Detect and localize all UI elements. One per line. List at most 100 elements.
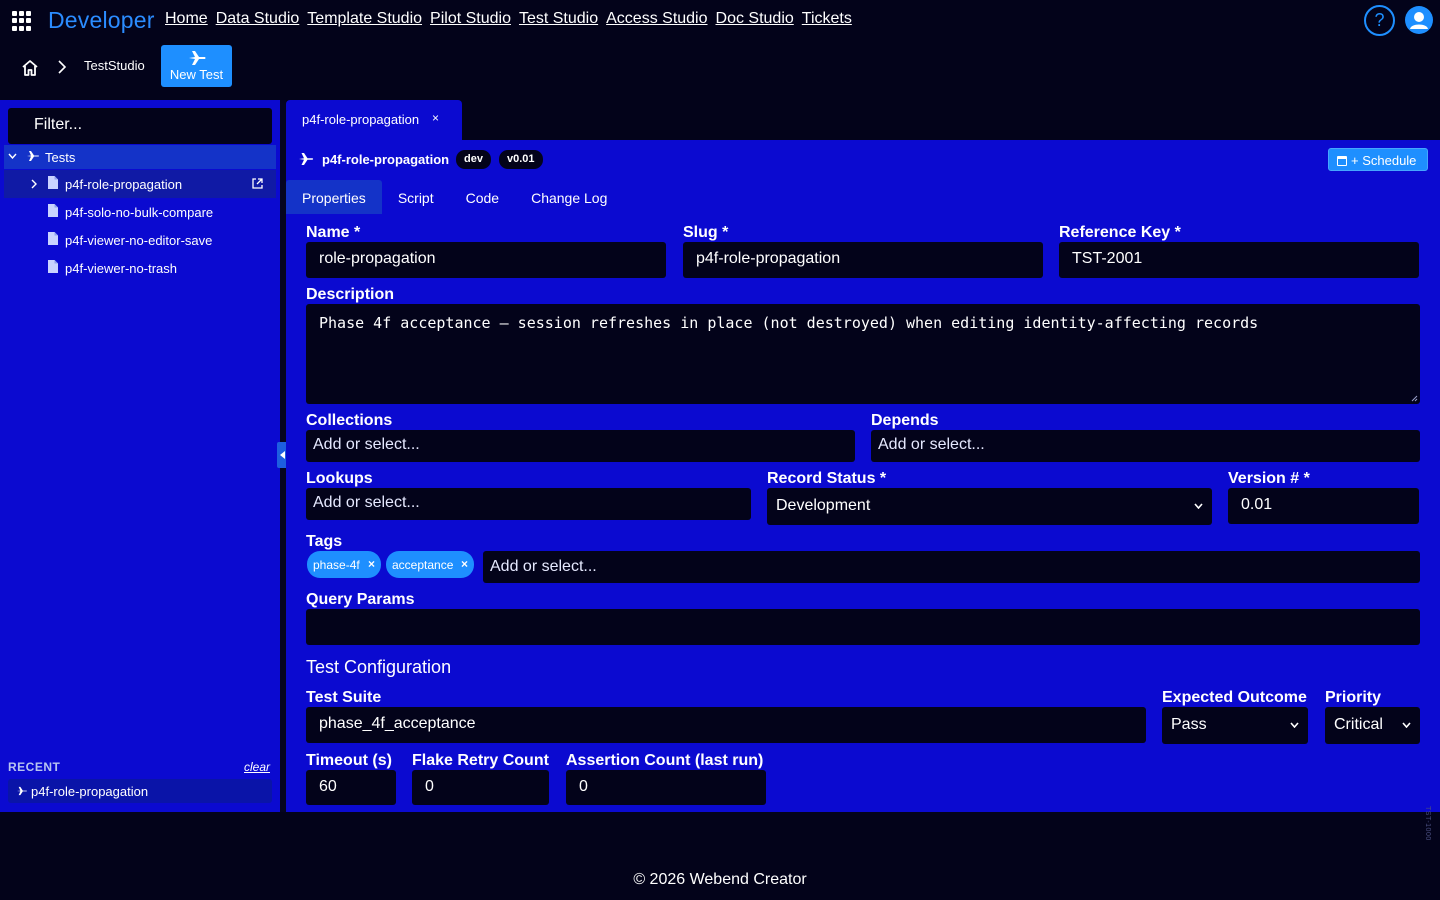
chevron-down-icon[interactable] bbox=[8, 153, 17, 159]
tree-item[interactable]: p4f-solo-no-bulk-compare bbox=[4, 198, 276, 226]
chevron-down-icon bbox=[1194, 503, 1203, 509]
version-badge: v0.01 bbox=[499, 150, 543, 169]
record-status-value: Development bbox=[776, 497, 871, 514]
user-avatar-icon[interactable] bbox=[1405, 6, 1433, 34]
flake-retry-label: Flake Retry Count bbox=[412, 752, 549, 769]
chevron-down-icon bbox=[1290, 722, 1299, 728]
depends-placeholder: Add or select... bbox=[878, 436, 985, 453]
slug-field[interactable]: p4f-role-propagation bbox=[683, 242, 1043, 278]
reference-key-field[interactable]: TST-2001 bbox=[1059, 242, 1419, 278]
lookups-placeholder: Add or select... bbox=[313, 494, 420, 511]
tag-chip[interactable]: phase-4f × bbox=[307, 551, 381, 578]
nav-tickets[interactable]: Tickets bbox=[802, 10, 852, 28]
document-icon bbox=[48, 232, 58, 245]
nav-access-studio[interactable]: Access Studio bbox=[606, 10, 707, 28]
flake-retry-field[interactable]: 0 bbox=[412, 770, 549, 805]
close-icon[interactable]: × bbox=[368, 557, 375, 571]
help-icon[interactable]: ? bbox=[1364, 5, 1395, 36]
editor-tab-label: p4f-role-propagation bbox=[302, 112, 420, 127]
apps-grid-icon[interactable] bbox=[12, 11, 32, 31]
slug-label: Slug * bbox=[683, 224, 729, 241]
assertion-count-field[interactable]: 0 bbox=[566, 770, 766, 805]
recent-clear-link[interactable]: clear bbox=[244, 760, 270, 774]
tab-properties[interactable]: Properties bbox=[286, 180, 382, 214]
nav-doc-studio[interactable]: Doc Studio bbox=[716, 10, 794, 28]
priority-value: Critical bbox=[1334, 716, 1383, 733]
nav-test-studio[interactable]: Test Studio bbox=[519, 10, 598, 28]
tag-label: phase-4f bbox=[313, 558, 360, 572]
tree-item-label: p4f-viewer-no-editor-save bbox=[65, 233, 213, 248]
test-suite-field[interactable]: phase_4f_acceptance bbox=[306, 707, 1146, 743]
record-status-select[interactable]: Development bbox=[767, 488, 1212, 525]
editor-subtabs: Properties Script Code Change Log bbox=[286, 180, 623, 214]
side-record-id: TST-1000 bbox=[1424, 806, 1431, 841]
nav-template-studio[interactable]: Template Studio bbox=[307, 10, 422, 28]
tree-item[interactable]: p4f-viewer-no-editor-save bbox=[4, 226, 276, 254]
close-icon[interactable]: × bbox=[432, 111, 439, 125]
tag-chip[interactable]: acceptance × bbox=[386, 551, 474, 578]
recent-item[interactable]: p4f-role-propagation bbox=[8, 779, 272, 803]
tree-item[interactable]: p4f-role-propagation bbox=[4, 170, 276, 198]
test-suite-value: phase_4f_acceptance bbox=[319, 715, 476, 732]
collections-input[interactable]: Add or select... bbox=[306, 430, 855, 462]
query-params-field[interactable] bbox=[306, 609, 1420, 645]
schedule-button[interactable]: + Schedule bbox=[1328, 148, 1428, 171]
description-textarea[interactable]: Phase 4f acceptance — session refreshes … bbox=[306, 304, 1420, 404]
external-link-icon[interactable] bbox=[252, 178, 263, 189]
top-bar: Developer Home Data Studio Template Stud… bbox=[0, 0, 1440, 40]
query-params-label: Query Params bbox=[306, 591, 415, 608]
tab-code[interactable]: Code bbox=[450, 180, 515, 214]
tags-placeholder: Add or select... bbox=[490, 558, 597, 575]
filter-input[interactable]: Filter... bbox=[8, 108, 272, 144]
schedule-label: + Schedule bbox=[1351, 153, 1417, 168]
tab-script[interactable]: Script bbox=[382, 180, 450, 214]
expected-outcome-select[interactable]: Pass bbox=[1162, 707, 1308, 744]
brand-title[interactable]: Developer bbox=[48, 7, 155, 34]
version-value: 0.01 bbox=[1241, 496, 1273, 513]
plane-icon bbox=[27, 151, 39, 161]
description-label: Description bbox=[306, 286, 395, 303]
timeout-field[interactable]: 60 bbox=[306, 770, 396, 805]
nav-data-studio[interactable]: Data Studio bbox=[216, 10, 300, 28]
name-field[interactable]: role-propagation bbox=[306, 242, 666, 278]
record-status-label: Record Status * bbox=[767, 470, 887, 487]
sidebar: Filter... Tests p4f-role-propagation p4f… bbox=[0, 100, 280, 812]
recent-item-label: p4f-role-propagation bbox=[31, 784, 149, 799]
tags-input[interactable]: Add or select... bbox=[483, 551, 1420, 583]
timeout-label: Timeout (s) bbox=[306, 752, 392, 769]
tag-label: acceptance bbox=[392, 558, 454, 572]
home-icon[interactable] bbox=[20, 58, 40, 78]
name-value: role-propagation bbox=[319, 250, 436, 267]
tree-root-tests[interactable]: Tests bbox=[4, 145, 276, 169]
slug-value: p4f-role-propagation bbox=[696, 250, 841, 267]
close-icon[interactable]: × bbox=[461, 557, 468, 571]
tree-item[interactable]: p4f-viewer-no-trash bbox=[4, 254, 276, 282]
priority-label: Priority bbox=[1325, 689, 1382, 706]
nav-pilot-studio[interactable]: Pilot Studio bbox=[430, 10, 511, 28]
tab-change-log[interactable]: Change Log bbox=[515, 180, 623, 214]
tree-root-label: Tests bbox=[45, 150, 76, 165]
collections-label: Collections bbox=[306, 412, 393, 429]
section-title: Test Configuration bbox=[306, 657, 452, 677]
new-test-button[interactable]: New Test bbox=[161, 45, 232, 87]
lookups-label: Lookups bbox=[306, 470, 373, 487]
assertion-count-label: Assertion Count (last run) bbox=[566, 752, 764, 769]
reference-key-label: Reference Key * bbox=[1059, 224, 1181, 241]
editor-tab[interactable]: p4f-role-propagation × bbox=[286, 100, 462, 140]
breadcrumb-current[interactable]: TestStudio bbox=[84, 58, 145, 73]
test-suite-label: Test Suite bbox=[306, 689, 382, 706]
flake-retry-value: 0 bbox=[425, 778, 434, 795]
nav-home[interactable]: Home bbox=[165, 10, 208, 28]
tree-item-label: p4f-solo-no-bulk-compare bbox=[65, 205, 214, 220]
version-field[interactable]: 0.01 bbox=[1228, 488, 1419, 524]
plane-icon bbox=[188, 51, 205, 65]
lookups-input[interactable]: Add or select... bbox=[306, 488, 751, 520]
description-value: Phase 4f acceptance — session refreshes … bbox=[319, 314, 1259, 332]
record-title: p4f-role-propagation bbox=[322, 152, 450, 167]
priority-select[interactable]: Critical bbox=[1325, 707, 1420, 744]
chevron-down-icon bbox=[1402, 722, 1411, 728]
resize-grip-icon[interactable] bbox=[1411, 395, 1418, 402]
chevron-right-icon[interactable] bbox=[31, 179, 37, 189]
env-badge: dev bbox=[456, 150, 491, 169]
depends-input[interactable]: Add or select... bbox=[871, 430, 1420, 462]
